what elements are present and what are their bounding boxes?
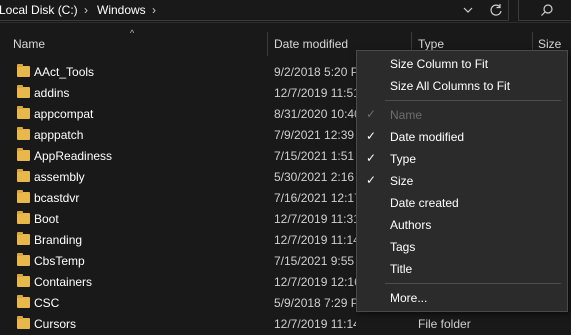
menu-item-label: Type: [390, 152, 417, 166]
file-date: 7/9/2021 12:39 AM: [274, 128, 356, 142]
folder-icon: [17, 232, 30, 245]
menu-item-label: Name: [390, 108, 423, 122]
file-date: 12/7/2019 11:14 AM: [274, 233, 356, 247]
chevron-down-icon[interactable]: [460, 2, 476, 18]
menu-item-label: Authors: [390, 218, 432, 232]
menu-item-label: Title: [390, 262, 413, 276]
checkmark-icon: ✓: [366, 129, 377, 143]
breadcrumb-windows[interactable]: Windows: [97, 3, 146, 17]
menu-item-label: More...: [390, 291, 428, 305]
menu-item-label: Date created: [390, 196, 459, 210]
file-date: 12/7/2019 11:14 AM: [274, 317, 356, 331]
file-date: 9/2/2018 5:20 PM: [274, 65, 356, 79]
file-name: CSC: [34, 296, 60, 310]
folder-icon: [17, 85, 30, 98]
menu-item-size-column-to-fit[interactable]: Size Column to Fit: [357, 53, 567, 75]
file-date: 12/7/2019 11:31 AM: [274, 212, 356, 226]
search-input[interactable]: [518, 0, 571, 21]
file-date: 5/9/2018 7:29 PM: [274, 296, 356, 310]
menu-item-label: Date modified: [390, 130, 465, 144]
file-name: apppatch: [34, 128, 84, 142]
menu-item-label: Size All Columns to Fit: [390, 79, 511, 93]
column-header-name[interactable]: Name: [13, 37, 45, 51]
menu-item-name: ✓ Name: [357, 104, 567, 126]
menu-item-title[interactable]: Title: [357, 258, 567, 280]
breadcrumb-chevron-icon[interactable]: ›: [152, 3, 156, 17]
folder-icon: [17, 295, 30, 308]
file-name: AAct_Tools: [34, 65, 95, 79]
file-name: Containers: [34, 275, 93, 289]
address-bar-area: Local Disk (C:) › Windows ›: [0, 0, 571, 23]
file-name: addins: [34, 86, 70, 100]
column-header-date-modified[interactable]: Date modified: [274, 37, 348, 51]
file-date: 5/30/2021 2:16 PM: [274, 170, 356, 184]
menu-item-tags[interactable]: Tags: [357, 236, 567, 258]
folder-icon: [17, 148, 30, 161]
sort-up-icon: ^: [130, 28, 135, 38]
menu-item-authors[interactable]: Authors: [357, 214, 567, 236]
file-name: Boot: [34, 212, 59, 226]
file-name: appcompat: [34, 107, 94, 121]
column-header-type[interactable]: Type: [418, 37, 444, 51]
menu-separator: [385, 283, 561, 284]
menu-item-label: Size: [390, 174, 414, 188]
folder-icon: [17, 211, 30, 224]
file-row[interactable]: Cursors 12/7/2019 11:14 AM File folder: [0, 314, 571, 335]
refresh-icon[interactable]: [488, 2, 504, 18]
column-context-menu: Size Column to Fit Size All Columns to F…: [356, 50, 568, 312]
folder-icon: [17, 316, 30, 329]
checkmark-icon: ✓: [366, 173, 377, 187]
menu-item-label: Size Column to Fit: [390, 57, 489, 71]
folder-icon: [17, 253, 30, 266]
checkmark-icon: ✓: [366, 151, 377, 165]
file-date: 12/7/2019 11:51 AM: [274, 86, 356, 100]
file-type: File folder: [418, 317, 471, 331]
file-date: 7/16/2021 12:17 PM: [274, 191, 356, 205]
file-name: assembly: [34, 170, 85, 184]
file-date: 8/31/2020 10:40 AM: [274, 107, 356, 121]
file-name: bcastdvr: [34, 191, 80, 205]
column-divider[interactable]: [267, 32, 268, 56]
column-header-size[interactable]: Size: [538, 37, 561, 51]
folder-icon: [17, 127, 30, 140]
file-date: 7/15/2021 9:55 AM: [274, 254, 356, 268]
folder-icon: [17, 169, 30, 182]
file-name: Branding: [34, 233, 83, 247]
menu-item-more[interactable]: More...: [357, 287, 567, 309]
file-date: 7/15/2021 1:51 PM: [274, 149, 356, 163]
folder-icon: [17, 190, 30, 203]
address-bar[interactable]: Local Disk (C:) › Windows ›: [0, 0, 509, 21]
folder-icon: [17, 64, 30, 77]
menu-item-size-all-columns-to-fit[interactable]: Size All Columns to Fit: [357, 75, 567, 97]
file-name: CbsTemp: [34, 254, 85, 268]
search-icon: [541, 4, 553, 16]
folder-icon: [17, 106, 30, 119]
menu-item-size[interactable]: ✓ Size: [357, 170, 567, 192]
menu-item-date-created[interactable]: Date created: [357, 192, 567, 214]
menu-separator: [385, 100, 561, 101]
breadcrumb-local-disk[interactable]: Local Disk (C:): [0, 3, 78, 17]
breadcrumb-chevron-icon[interactable]: ›: [84, 3, 88, 17]
file-date: 12/7/2019 12:16 PM: [274, 275, 356, 289]
file-name: Cursors: [34, 317, 77, 331]
file-name: AppReadiness: [34, 149, 113, 163]
folder-icon: [17, 274, 30, 287]
checkmark-icon: ✓: [366, 107, 377, 121]
menu-item-type[interactable]: ✓ Type: [357, 148, 567, 170]
menu-item-date-modified[interactable]: ✓ Date modified: [357, 126, 567, 148]
menu-item-label: Tags: [390, 240, 416, 254]
